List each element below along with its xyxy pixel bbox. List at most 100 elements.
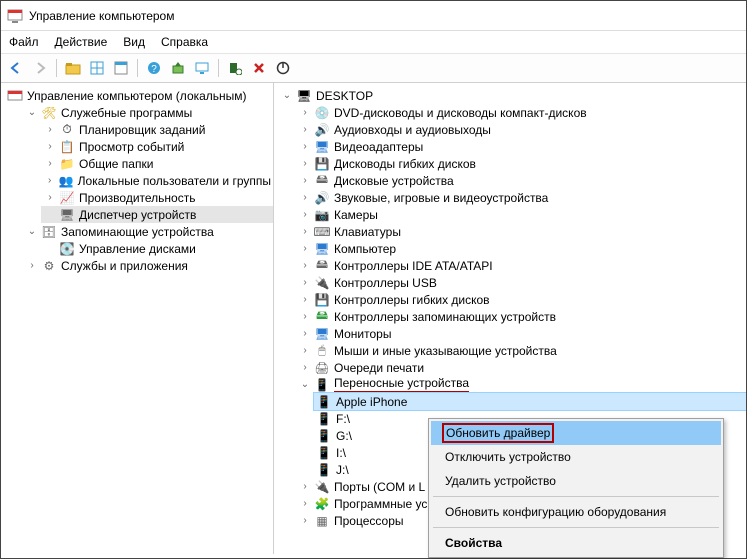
dev-dvd[interactable]: ›💿DVD-дисководы и дисководы компакт-диск… — [296, 104, 746, 121]
dev-keyboard[interactable]: ›⌨Клавиатуры — [296, 223, 746, 240]
left-storage[interactable]: ⌄ 🗄 Запоминающие устройства — [23, 223, 273, 240]
expand-icon[interactable]: › — [298, 157, 312, 171]
left-root-label: Управление компьютером (локальным) — [27, 89, 247, 103]
cm-scan[interactable]: Обновить конфигурацию оборудования — [431, 500, 721, 524]
dev-monitor[interactable]: ›🖥Мониторы — [296, 325, 746, 342]
expand-icon[interactable]: › — [298, 140, 312, 154]
dev-drive-f-label: F:\ — [336, 412, 350, 426]
left-diskmgr[interactable]: 💽Управление дисками — [41, 240, 273, 257]
expand-icon[interactable]: › — [298, 497, 312, 511]
expand-icon[interactable]: › — [43, 174, 56, 188]
expand-icon[interactable]: › — [43, 140, 57, 154]
expand-icon[interactable]: › — [43, 191, 57, 205]
menu-view[interactable]: Вид — [123, 35, 145, 49]
cm-update-driver-label: Обновить драйвер — [445, 426, 551, 440]
device-root[interactable]: ⌄ 🖥 DESKTOP — [278, 87, 746, 104]
pc-icon: 🖥 — [296, 88, 312, 104]
expand-icon[interactable]: › — [298, 174, 312, 188]
software-icon: 🧩 — [314, 496, 330, 512]
dev-camera[interactable]: ›📷Камеры — [296, 206, 746, 223]
left-devmgr[interactable]: 🖥Диспетчер устройств — [41, 206, 273, 223]
cm-update-driver[interactable]: Обновить драйвер — [431, 421, 721, 445]
left-event-viewer[interactable]: ›📋Просмотр событий — [41, 138, 273, 155]
expand-icon[interactable]: › — [298, 259, 312, 273]
dev-disk-label: Дисковые устройства — [334, 174, 454, 188]
scan-hardware-button[interactable] — [224, 57, 246, 79]
dev-printq[interactable]: ›🖨Очереди печати — [296, 359, 746, 376]
expand-icon[interactable]: › — [298, 310, 312, 324]
dev-usb[interactable]: ›🔌Контроллеры USB — [296, 274, 746, 291]
back-button[interactable] — [5, 57, 27, 79]
dev-drive-i-label: I:\ — [336, 446, 346, 460]
expand-icon[interactable]: › — [298, 191, 312, 205]
menu-action[interactable]: Действие — [55, 35, 108, 49]
blank-icon — [43, 208, 57, 222]
disable-button[interactable] — [272, 57, 294, 79]
dev-apple-iphone[interactable]: 📱Apple iPhone — [314, 393, 746, 410]
left-local-users[interactable]: ›👥Локальные пользователи и группы — [41, 172, 273, 189]
dev-mice[interactable]: ›🖱Мыши и иные указывающие устройства — [296, 342, 746, 359]
left-service-tools[interactable]: ⌄ 🛠 Служебные программы — [23, 104, 273, 121]
dev-computer[interactable]: ›🖥Компьютер — [296, 240, 746, 257]
left-perf[interactable]: ›📈Производительность — [41, 189, 273, 206]
console-button[interactable] — [110, 57, 132, 79]
expand-icon[interactable]: › — [43, 123, 57, 137]
left-services-apps[interactable]: › ⚙ Службы и приложения — [23, 257, 273, 274]
dev-printq-label: Очереди печати — [334, 361, 424, 375]
expand-icon[interactable]: › — [298, 276, 312, 290]
context-menu: Обновить драйвер Отключить устройство Уд… — [428, 418, 724, 558]
dev-storagectrl[interactable]: ›🖴Контроллеры запоминающих устройств — [296, 308, 746, 325]
collapse-icon[interactable]: ⌄ — [280, 89, 294, 103]
expand-icon[interactable]: › — [298, 344, 312, 358]
expand-icon[interactable]: › — [298, 106, 312, 120]
expand-icon[interactable]: › — [298, 293, 312, 307]
dev-monitor-label: Мониторы — [334, 327, 391, 341]
svg-text:?: ? — [151, 64, 157, 75]
expand-icon[interactable]: › — [298, 514, 312, 528]
cm-uninstall[interactable]: Удалить устройство — [431, 469, 721, 493]
expand-icon[interactable]: › — [298, 327, 312, 341]
menu-file[interactable]: Файл — [9, 35, 39, 49]
monitor-button[interactable] — [191, 57, 213, 79]
left-root[interactable]: Управление компьютером (локальным) — [5, 87, 273, 104]
display-icon: 🖥 — [314, 139, 330, 155]
help-button[interactable]: ? — [143, 57, 165, 79]
left-perf-label: Производительность — [79, 191, 195, 205]
dev-sound[interactable]: ›🔊Звуковые, игровые и видеоустройства — [296, 189, 746, 206]
expand-icon[interactable]: › — [298, 208, 312, 222]
dev-portable[interactable]: ⌄ 📱 Переносные устройства — [296, 376, 746, 393]
dev-ide[interactable]: ›🖴 Контроллеры IDE ATA/ATAPI — [296, 257, 746, 274]
dev-drive-g-label: G:\ — [336, 429, 352, 443]
expand-icon[interactable]: › — [25, 259, 39, 273]
dev-floppy[interactable]: ›💾Дисководы гибких дисков — [296, 155, 746, 172]
view-button[interactable] — [86, 57, 108, 79]
expand-icon[interactable]: › — [298, 242, 312, 256]
expand-icon[interactable]: › — [298, 361, 312, 375]
forward-button[interactable] — [29, 57, 51, 79]
dev-ide-label: Контроллеры IDE ATA/ATAPI — [334, 259, 493, 273]
cm-disable[interactable]: Отключить устройство — [431, 445, 721, 469]
device-root-label: DESKTOP — [316, 89, 373, 103]
dev-audio-label: Аудиовходы и аудиовыходы — [334, 123, 491, 137]
menu-help[interactable]: Справка — [161, 35, 208, 49]
left-task-sched[interactable]: ›⏱Планировщик заданий — [41, 121, 273, 138]
dev-floppyctrl[interactable]: ›💾Контроллеры гибких дисков — [296, 291, 746, 308]
expand-icon[interactable]: › — [298, 480, 312, 494]
toolbar: ? — [1, 54, 746, 83]
delete-button[interactable] — [248, 57, 270, 79]
folder-button[interactable] — [62, 57, 84, 79]
collapse-icon[interactable]: ⌄ — [298, 378, 312, 392]
ide-icon: 🖴 — [314, 258, 330, 274]
collapse-icon[interactable]: ⌄ — [25, 106, 39, 120]
dev-audio[interactable]: ›🔊Аудиовходы и аудиовыходы — [296, 121, 746, 138]
collapse-icon[interactable]: ⌄ — [25, 225, 39, 239]
expand-icon[interactable]: › — [43, 157, 57, 171]
expand-icon[interactable]: › — [298, 225, 312, 239]
dev-disk[interactable]: ›🖴Дисковые устройства — [296, 172, 746, 189]
left-diskmgr-label: Управление дисками — [79, 242, 196, 256]
update-driver-button[interactable] — [167, 57, 189, 79]
dev-video[interactable]: ›🖥Видеоадаптеры — [296, 138, 746, 155]
expand-icon[interactable]: › — [298, 123, 312, 137]
left-shared[interactable]: ›📁Общие папки — [41, 155, 273, 172]
cm-properties[interactable]: Свойства — [431, 531, 721, 555]
